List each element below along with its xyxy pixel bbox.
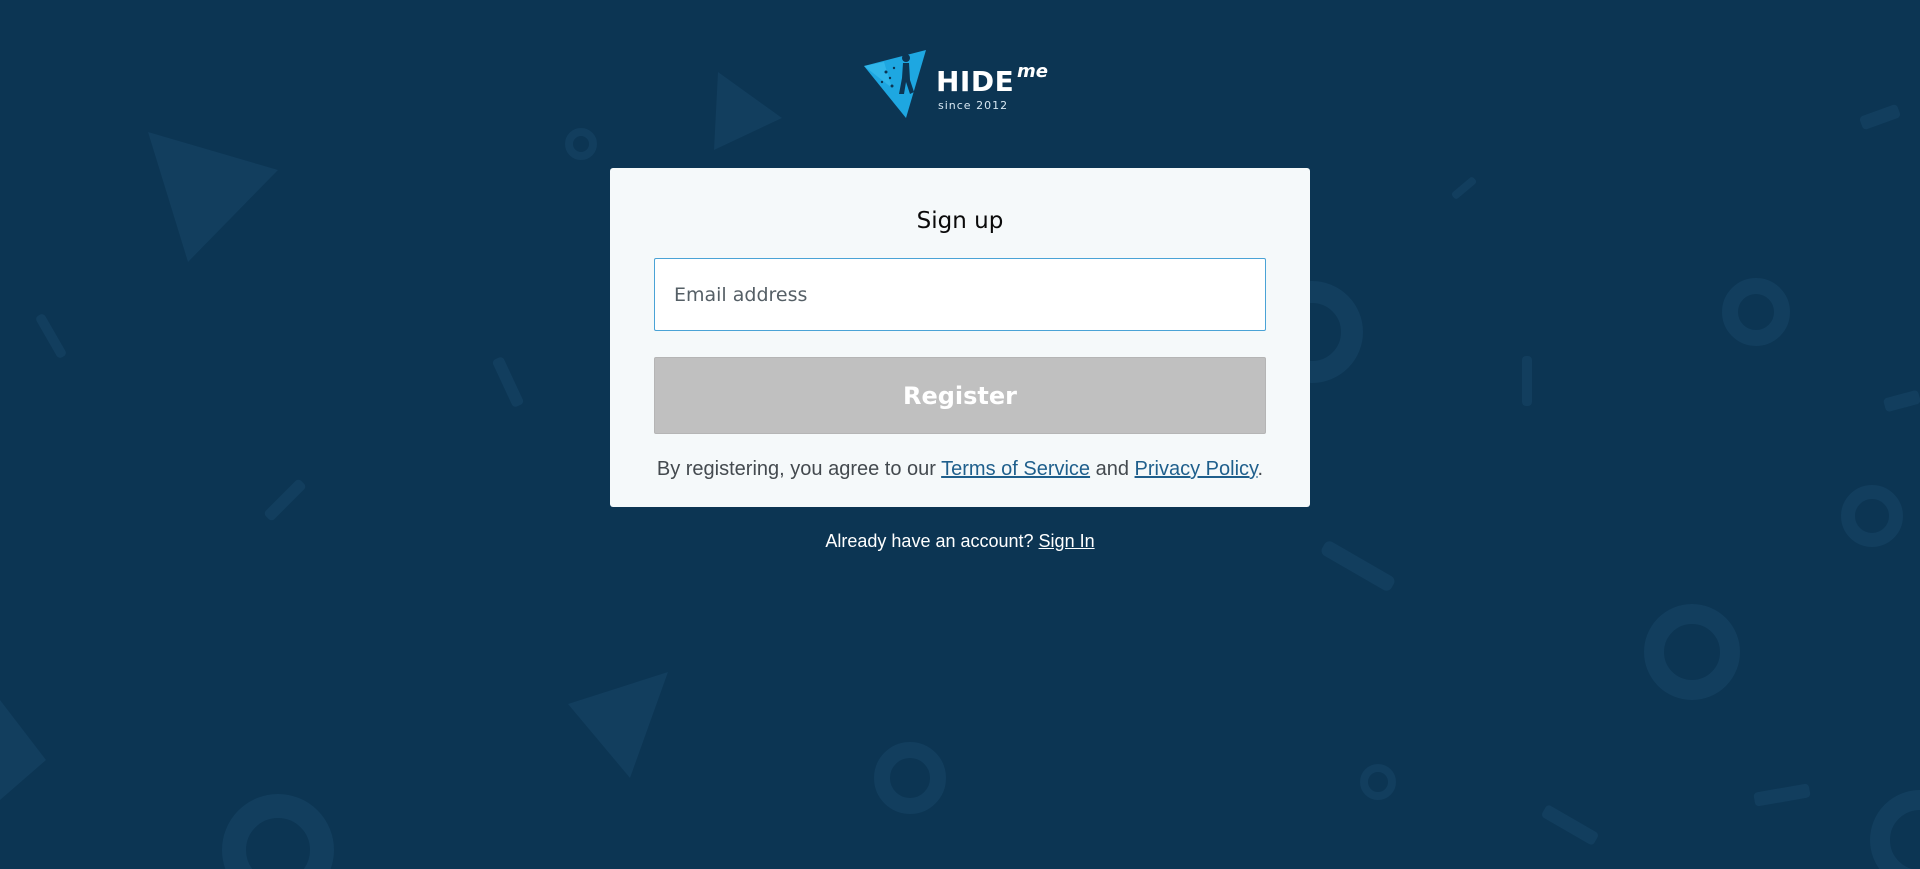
bg-ring [1722,278,1790,346]
bg-ring [222,794,334,869]
signup-card: Sign up Register By registering, you agr… [610,168,1310,507]
bg-triangle [568,672,668,778]
bg-bar [1522,356,1532,406]
triangle-walker-icon [864,50,926,118]
bg-bar [1883,390,1920,412]
logo-tagline: since 2012 [938,99,1009,112]
bg-bar [1451,177,1477,199]
bg-bar [492,357,524,407]
legal-notice: By registering, you agree to our Terms o… [610,457,1310,481]
bg-bar [36,314,66,358]
register-button[interactable]: Register [654,357,1266,434]
bg-bar [1541,805,1599,845]
bg-ring [874,742,946,814]
bg-ring [1360,764,1396,800]
bg-triangle [714,72,782,150]
signin-prompt-text: Already have an account? [825,531,1039,551]
page: HIDE me since 2012 Sign up Register By r… [0,0,1920,869]
bg-triangle [0,700,46,800]
bg-ring [1644,604,1740,700]
bg-bar [1859,104,1901,130]
bg-ring [565,128,597,160]
sign-in-link[interactable]: Sign In [1039,531,1095,551]
bg-triangle [148,132,278,262]
bg-ring [1870,790,1920,869]
legal-prefix: By registering, you agree to our [656,458,942,480]
logo-me-suffix: me [1017,61,1048,82]
bg-bar [264,479,306,521]
legal-suffix: . [1257,458,1264,480]
privacy-policy-link[interactable]: Privacy Policy [1135,458,1258,480]
bg-ring [1841,485,1903,547]
terms-of-service-link[interactable]: Terms of Service [941,458,1090,480]
signup-title: Sign up [916,208,1004,234]
logo-wordmark: HIDE [936,65,1015,98]
bg-bar [1753,783,1811,807]
email-input[interactable] [654,258,1266,331]
hideme-logo[interactable]: HIDE me since 2012 [862,48,1062,120]
signin-prompt: Already have an account? Sign In [610,530,1310,552]
legal-connector: and [1090,458,1135,480]
bg-bar [1321,541,1395,591]
